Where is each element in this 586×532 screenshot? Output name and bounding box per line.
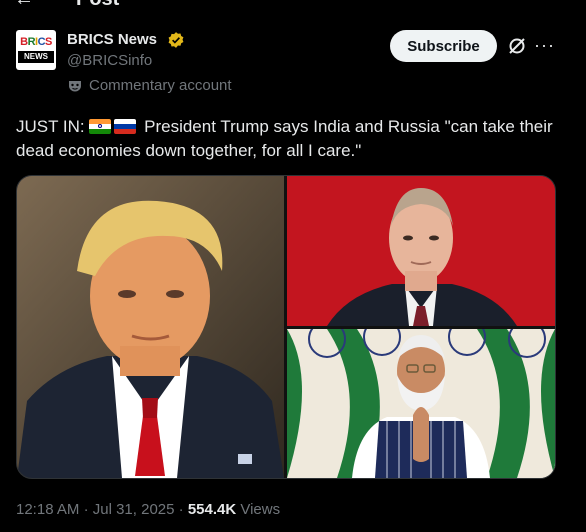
views-label: Views: [240, 501, 281, 518]
display-name[interactable]: BRICS News: [67, 31, 157, 48]
avatar[interactable]: BRICS NEWS: [16, 30, 56, 70]
verified-badge-icon[interactable]: [167, 31, 185, 49]
page-title: Post: [76, 0, 119, 12]
avatar-news-label: NEWS: [18, 51, 54, 63]
separator-dot: ·: [178, 501, 188, 518]
post-time[interactable]: 12:18 AM: [16, 501, 79, 518]
user-handle[interactable]: @BRICSinfo: [67, 52, 152, 69]
subscribe-button[interactable]: Subscribe: [390, 30, 497, 62]
post-media-grid: [16, 175, 556, 479]
commentary-account-label: Commentary account: [89, 77, 232, 94]
post-date[interactable]: Jul 31, 2025: [93, 501, 175, 518]
india-flag-icon: [89, 119, 112, 134]
post-timestamp: 12:18 AM · Jul 31, 2025 · 554.4K Views: [16, 501, 280, 518]
commentary-mask-icon: [69, 81, 81, 92]
post-prefix: JUST IN:: [16, 117, 85, 136]
russia-flag-icon: [114, 119, 137, 134]
media-photo-modi[interactable]: [287, 329, 555, 478]
views-count[interactable]: 554.4K: [188, 501, 236, 518]
grok-icon[interactable]: [507, 36, 527, 56]
top-bar: ← Post: [0, 0, 586, 12]
avatar-logo-text: BRICS: [20, 36, 52, 48]
media-photo-trump[interactable]: [17, 176, 284, 478]
separator-dot: ·: [83, 501, 93, 518]
media-photo-putin[interactable]: [287, 176, 555, 326]
back-arrow-icon[interactable]: ←: [14, 0, 34, 12]
more-icon[interactable]: ···: [534, 35, 555, 56]
post-text: JUST IN: President Trump says India and …: [16, 115, 576, 163]
